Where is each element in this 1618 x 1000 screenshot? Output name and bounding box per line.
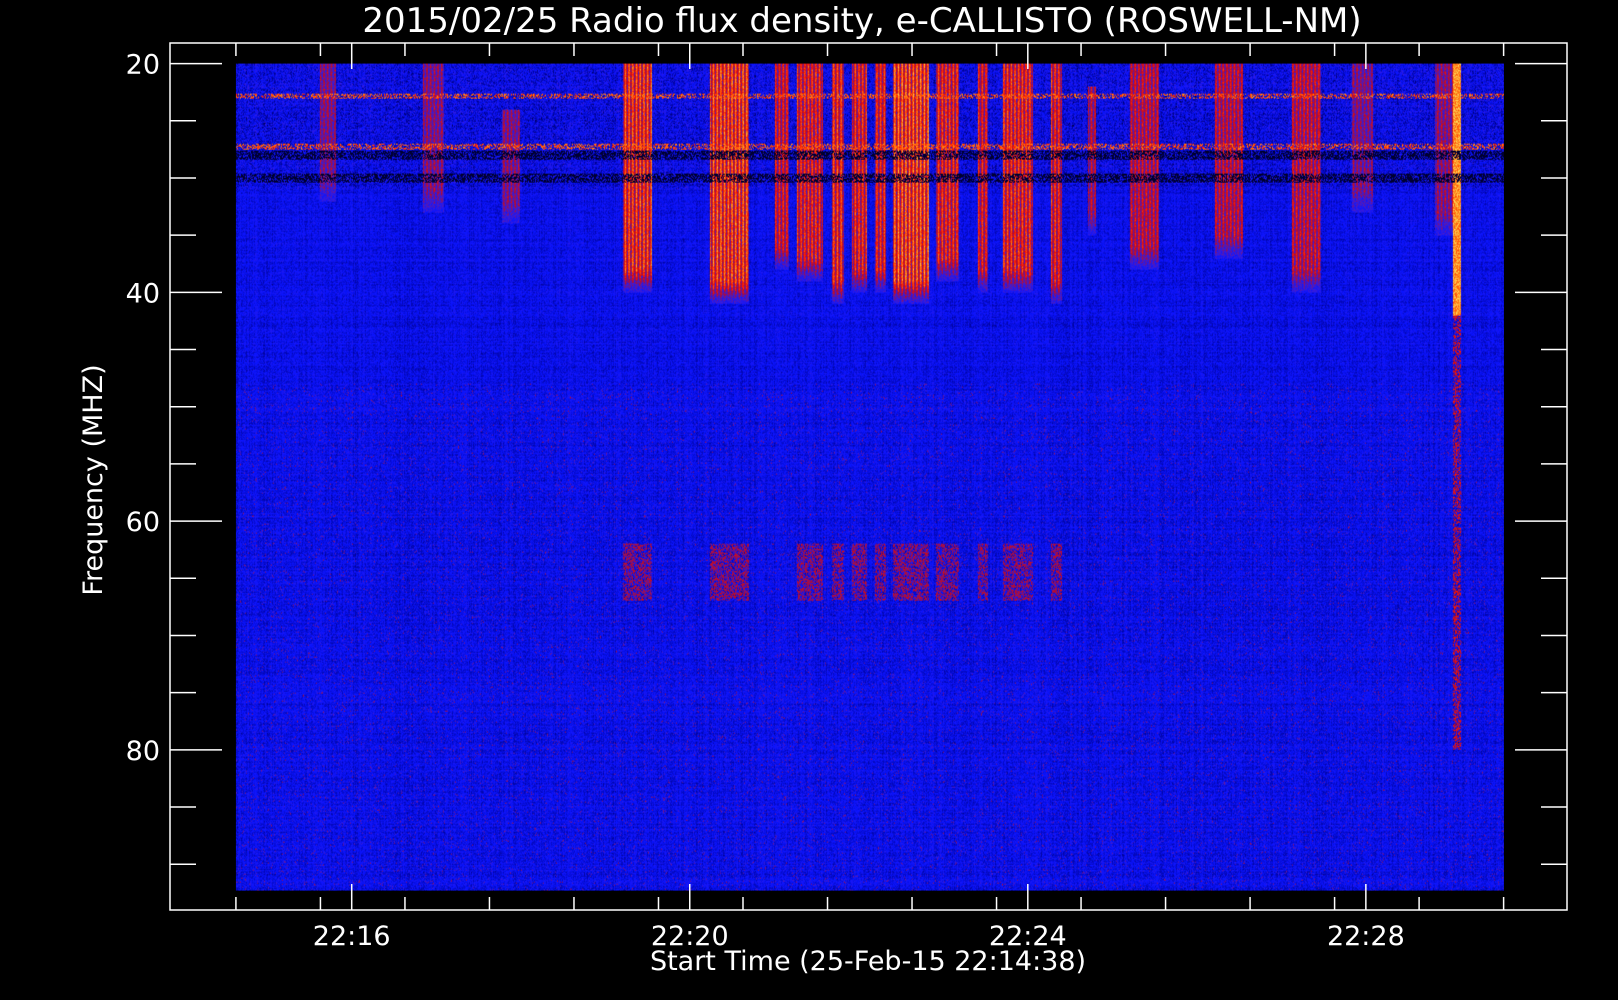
y-tick-label: 40 <box>126 278 160 309</box>
chart-title: 2015/02/25 Radio flux density, e-CALLIST… <box>362 1 1361 41</box>
heatmap-image <box>235 63 1504 891</box>
y-tick-label: 20 <box>126 50 160 81</box>
x-axis-label: Start Time (25-Feb-15 22:14:38) <box>650 946 1086 977</box>
y-tick-label: 80 <box>126 736 160 767</box>
heatmap-group <box>235 63 1504 891</box>
x-tick-label: 22:28 <box>1327 921 1405 952</box>
x-tick-label: 22:16 <box>313 921 391 952</box>
y-axis-label: Frequency (MHZ) <box>78 364 109 595</box>
spectrogram-chart: 2015/02/25 Radio flux density, e-CALLIST… <box>0 0 1618 1000</box>
y-tick-label: 60 <box>126 507 160 538</box>
